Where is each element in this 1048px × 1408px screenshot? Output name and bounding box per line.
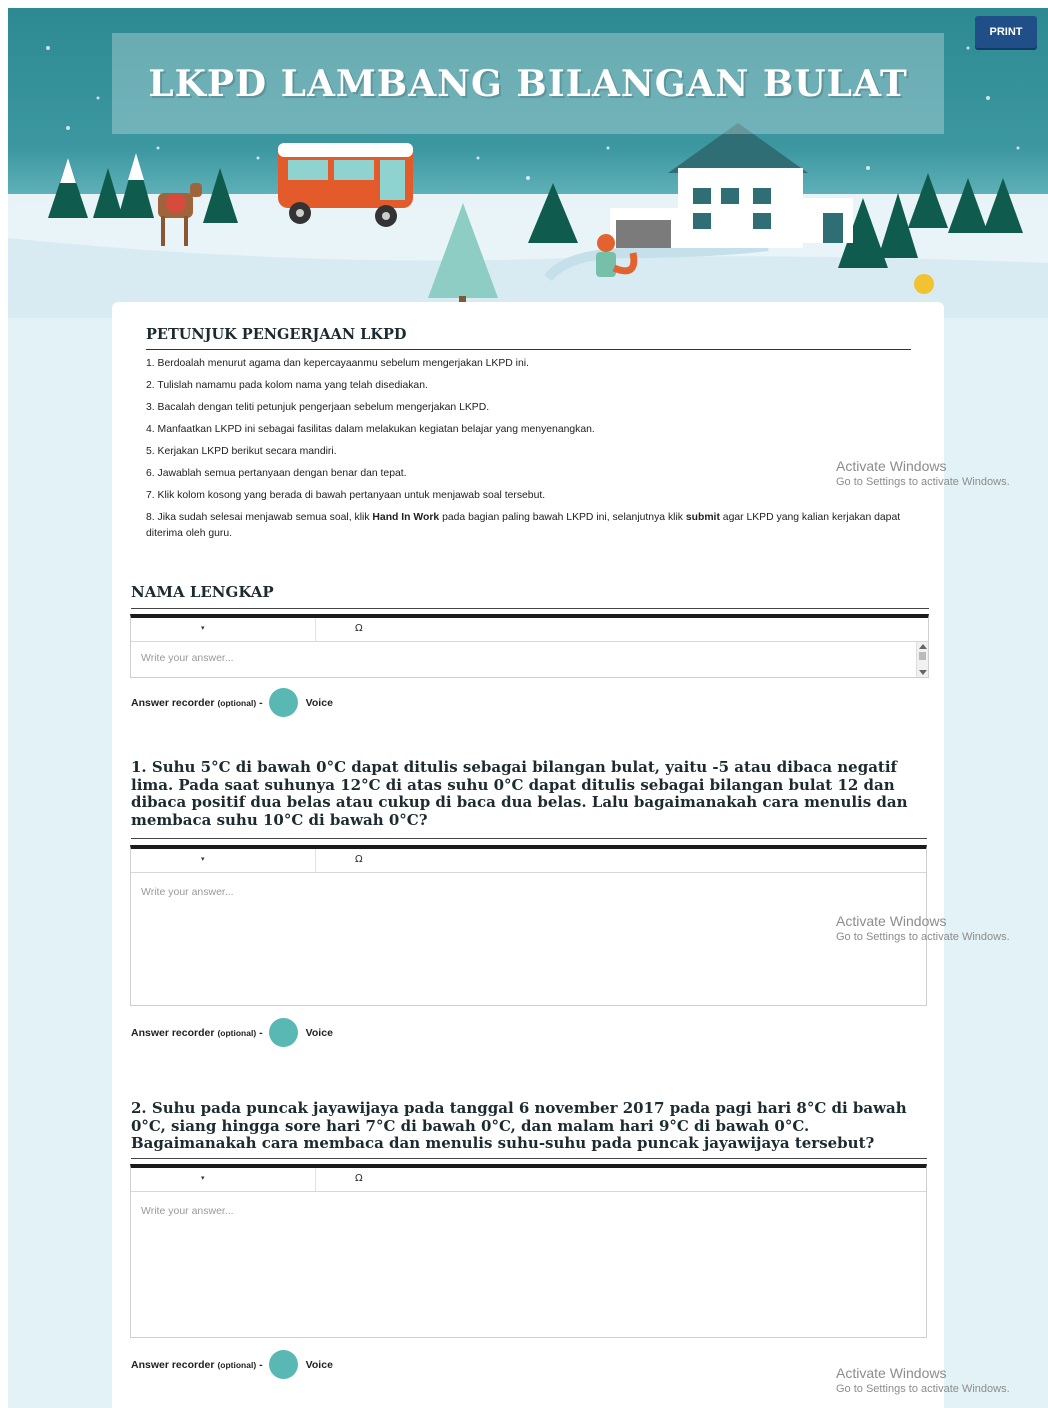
toolbar-separator: [315, 849, 316, 872]
special-characters-button[interactable]: Ω: [355, 623, 363, 634]
question-1-editor: ▾ Ω Write your answer...: [130, 845, 927, 1006]
activate-windows-watermark: Activate Windows Go to Settings to activ…: [836, 1365, 1010, 1395]
recorder-optional: (optional): [217, 1359, 257, 1370]
instruction-item: 2. Tulislah namamu pada kolom nama yang …: [146, 380, 428, 391]
recorder-optional: (optional): [217, 697, 257, 708]
instruction-item: 6. Jawablah semua pertanyaan dengan bena…: [146, 468, 407, 479]
format-dropdown[interactable]: ▾: [201, 624, 205, 632]
scrollbar[interactable]: [916, 642, 928, 677]
activate-windows-watermark: Activate Windows Go to Settings to activ…: [836, 458, 1010, 488]
name-input[interactable]: Write your answer...: [131, 642, 928, 677]
submit-emphasis: submit: [685, 512, 720, 523]
scroll-thumb[interactable]: [919, 652, 926, 660]
special-characters-button[interactable]: Ω: [355, 1173, 363, 1184]
format-dropdown[interactable]: ▾: [201, 1174, 205, 1182]
question-2-editor: ▾ Ω Write your answer...: [130, 1164, 927, 1338]
divider: [146, 349, 911, 350]
voice-label: Voice: [305, 1358, 333, 1371]
recorder-label: Answer recorder: [131, 1358, 215, 1371]
question-2-answer-input[interactable]: Write your answer...: [131, 1192, 926, 1337]
instruction-item: 8. Jika sudah selesai menjawab semua soa…: [146, 512, 901, 539]
instruction-item: 1. Berdoalah menurut agama dan kepercaya…: [146, 358, 529, 369]
voice-label: Voice: [305, 1026, 333, 1039]
divider: [131, 838, 927, 839]
voice-record-button[interactable]: [268, 688, 298, 717]
name-section-title: NAMA LENGKAP: [131, 583, 274, 601]
hand-in-work-emphasis: Hand In Work: [372, 512, 440, 523]
print-button[interactable]: PRINT: [975, 16, 1037, 48]
scroll-down-icon[interactable]: [919, 670, 927, 675]
format-dropdown[interactable]: ▾: [201, 855, 205, 863]
instructions-title: PETUNJUK PENGERJAAN LKPD: [146, 326, 407, 343]
instruction-item: 5. Kerjakan LKPD berikut secara mandiri.: [146, 446, 337, 457]
voice-label: Voice: [305, 696, 333, 709]
editor-toolbar: ▾ Ω: [131, 849, 926, 873]
answer-placeholder: Write your answer...: [141, 886, 234, 898]
recorder-label: Answer recorder: [131, 1026, 215, 1039]
scroll-up-icon[interactable]: [919, 644, 927, 649]
answer-placeholder: Write your answer...: [141, 652, 234, 664]
recorder-optional: (optional): [217, 1027, 257, 1038]
question-1-answer-input[interactable]: Write your answer...: [131, 873, 926, 1005]
editor-toolbar: ▾ Ω: [131, 1168, 926, 1192]
title-panel: LKPD LAMBANG BILANGAN BULAT: [112, 33, 944, 134]
instruction-item: 7. Klik kolom kosong yang berada di bawa…: [146, 490, 546, 501]
activate-windows-watermark: Activate Windows Go to Settings to activ…: [836, 913, 1010, 943]
answer-recorder: Answer recorder (optional) - Voice: [131, 688, 333, 717]
special-characters-button[interactable]: Ω: [355, 854, 363, 865]
question-2-text: 2. Suhu pada puncak jayawijaya pada tang…: [131, 1099, 907, 1152]
toolbar-separator: [315, 1168, 316, 1191]
answer-placeholder: Write your answer...: [141, 1205, 234, 1217]
recorder-dash: -: [259, 696, 263, 709]
instructions-list: 1. Berdoalah menurut agama dan kepercaya…: [146, 356, 911, 548]
page-title: LKPD LAMBANG BILANGAN BULAT: [148, 62, 908, 105]
voice-record-button[interactable]: [268, 1018, 298, 1047]
recorder-label: Answer recorder: [131, 696, 215, 709]
toolbar-separator: [315, 618, 316, 641]
recorder-dash: -: [259, 1026, 263, 1039]
divider: [131, 1158, 927, 1159]
question-1-text: 1. Suhu 5°C di bawah 0°C dapat ditulis s…: [131, 758, 908, 829]
instruction-item: 4. Manfaatkan LKPD ini sebagai fasilitas…: [146, 424, 595, 435]
answer-recorder: Answer recorder (optional) - Voice: [131, 1018, 333, 1047]
recorder-dash: -: [259, 1358, 263, 1371]
divider: [131, 608, 929, 609]
name-editor: ▾ Ω Write your answer...: [130, 614, 929, 678]
voice-record-button[interactable]: [268, 1350, 298, 1379]
instruction-item: 3. Bacalah dengan teliti petunjuk penger…: [146, 402, 490, 413]
editor-toolbar: ▾ Ω: [131, 618, 928, 642]
answer-recorder: Answer recorder (optional) - Voice: [131, 1350, 333, 1379]
